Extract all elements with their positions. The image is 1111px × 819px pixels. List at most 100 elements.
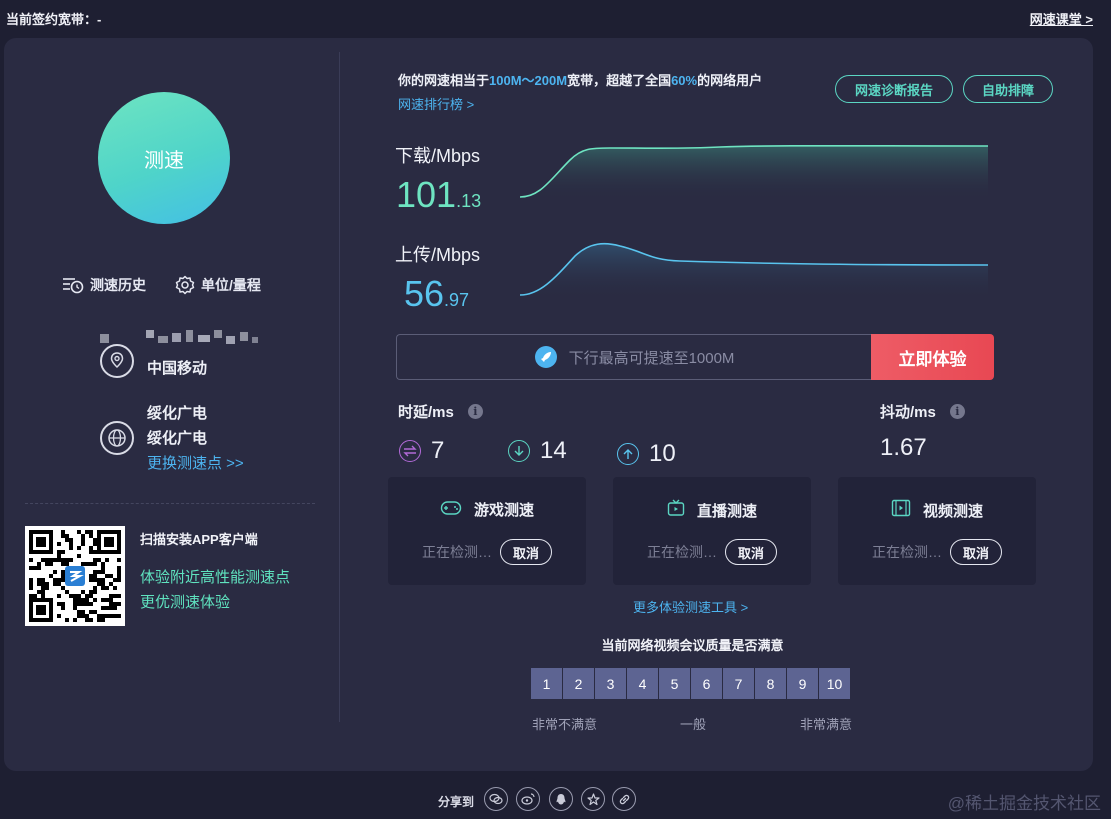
rating-button-9[interactable]: 9 — [787, 668, 818, 699]
survey-question: 当前网络视频会议质量是否满意 — [601, 638, 784, 653]
arrow-down-icon — [508, 440, 530, 462]
rating-label-low: 非常不满意 — [532, 717, 598, 732]
weibo-icon[interactable] — [516, 787, 540, 811]
rating-button-5[interactable]: 5 — [659, 668, 690, 699]
isp-name: 中国移动 — [147, 360, 208, 377]
game-test-title: 游戏测速 — [473, 502, 534, 519]
vertical-divider — [339, 52, 340, 722]
live-test-title: 直播测速 — [696, 502, 757, 520]
unit-range-label: 单位/量程 — [201, 277, 261, 293]
upload-label: 上传/Mbps — [395, 245, 481, 265]
rating-label-mid: 一般 — [680, 717, 707, 732]
upload-value: 56.97 — [404, 273, 469, 315]
upload-latency-value: 10 — [649, 440, 676, 467]
film-icon — [891, 499, 911, 521]
download-latency: 14 — [508, 437, 567, 465]
more-test-tools-link[interactable]: 更多体验测速工具 > — [633, 597, 748, 616]
summary-middle: 宽带，超越了全国 — [567, 73, 672, 88]
wechat-icon[interactable] — [484, 787, 508, 811]
gamepad-icon — [440, 500, 462, 520]
dashed-divider — [25, 503, 315, 504]
live-test-title-row: 直播测速 — [613, 499, 811, 521]
qq-icon[interactable] — [549, 787, 573, 811]
speed-classroom-link[interactable]: 网速课堂 > — [1030, 9, 1093, 28]
arrow-up-icon — [617, 443, 639, 465]
jitter-value: 1.67 — [880, 434, 927, 461]
game-test-status: 正在检测… — [421, 544, 492, 560]
upload-value-dec: .97 — [444, 290, 470, 310]
live-test-card: 直播测速 正在检测… 取消 — [613, 477, 811, 585]
download-latency-value: 14 — [540, 437, 567, 464]
gear-icon — [175, 275, 195, 295]
live-test-status-row: 正在检测… 取消 — [613, 539, 811, 565]
test-server-name: 绥化广电 — [147, 405, 208, 422]
unit-range-link[interactable]: 单位/量程 — [175, 275, 261, 295]
upload-speed-curve — [520, 242, 988, 300]
upgrade-promo-banner: 下行最高可提速至1000M — [396, 334, 872, 380]
video-test-status: 正在检测… — [871, 544, 942, 560]
summary-bandwidth: 100M～200M — [489, 73, 568, 88]
latency-info-icon[interactable]: i — [467, 404, 483, 419]
video-test-title: 视频测速 — [922, 502, 983, 520]
rating-button-8[interactable]: 8 — [755, 668, 786, 699]
download-value-dec: .13 — [456, 191, 482, 211]
rating-button-2[interactable]: 2 — [563, 668, 594, 699]
qr-install-title: 扫描安装APP客户端 — [140, 532, 258, 547]
game-test-title-row: 游戏测速 — [388, 499, 586, 520]
download-speed-curve — [520, 144, 988, 200]
speed-history-label: 测速历史 — [90, 277, 146, 293]
rating-button-1[interactable]: 1 — [531, 668, 562, 699]
test-server-region: 绥化广电 — [147, 430, 208, 447]
diagnosis-report-button[interactable]: 网速诊断报告 — [835, 75, 953, 103]
latency-label: 时延/ms — [398, 404, 454, 421]
latency-header: 时延/ms i — [398, 401, 483, 422]
rating-button-4[interactable]: 4 — [627, 668, 658, 699]
game-test-status-row: 正在检测… 取消 — [388, 539, 586, 565]
app-qr-code — [25, 526, 125, 626]
download-value: 101.13 — [396, 174, 481, 216]
game-test-card: 游戏测速 正在检测… 取消 — [388, 477, 586, 585]
link-icon[interactable] — [612, 787, 636, 811]
download-label: 下载/Mbps — [395, 146, 481, 166]
self-troubleshoot-button[interactable]: 自助排障 — [963, 75, 1053, 103]
rating-scale: 1 2 3 4 5 6 7 8 9 10 — [531, 668, 850, 699]
qzone-star-icon[interactable] — [581, 787, 605, 811]
speed-summary: 你的网速相当于100M～200M宽带，超越了全国60%的网络用户 — [398, 70, 762, 89]
qr-benefit-line-1: 体验附近高性能测速点 — [140, 569, 291, 586]
bidirectional-arrows-icon — [399, 440, 421, 462]
video-test-title-row: 视频测速 — [838, 499, 1036, 521]
qr-benefit-line-2: 更优测速体验 — [140, 594, 231, 611]
rating-button-7[interactable]: 7 — [723, 668, 754, 699]
jitter-header: 抖动/ms i — [880, 401, 965, 422]
try-now-button[interactable]: 立即体验 — [871, 334, 994, 380]
jitter-info-icon[interactable]: i — [949, 404, 965, 419]
video-test-cancel-button[interactable]: 取消 — [949, 539, 1002, 565]
rating-label-high: 非常满意 — [800, 717, 853, 732]
jitter-label: 抖动/ms — [880, 404, 936, 421]
download-value-int: 101 — [396, 174, 457, 215]
live-test-cancel-button[interactable]: 取消 — [724, 539, 777, 565]
ping-latency-value: 7 — [431, 437, 445, 464]
change-server-link[interactable]: 更换测速点 >> — [147, 452, 244, 473]
watermark: @稀土掘金技术社区 — [947, 794, 1101, 813]
upgrade-promo-text: 下行最高可提速至1000M — [568, 349, 735, 367]
summary-suffix: 的网络用户 — [697, 73, 763, 88]
location-pin-icon — [100, 344, 134, 378]
video-test-card: 视频测速 正在检测… 取消 — [838, 477, 1036, 585]
history-icon — [62, 276, 84, 294]
contract-bandwidth-label: 当前签约宽带：- — [6, 12, 102, 27]
live-test-status: 正在检测… — [646, 544, 717, 560]
ping-latency: 7 — [399, 437, 444, 465]
speed-history-link[interactable]: 测速历史 — [62, 275, 146, 295]
speed-ranking-link[interactable]: 网速排行榜 > — [398, 94, 474, 113]
rating-button-10[interactable]: 10 — [819, 668, 850, 699]
summary-percent: 60% — [671, 73, 698, 88]
start-speed-test-button[interactable]: 测速 — [98, 92, 230, 224]
video-test-status-row: 正在检测… 取消 — [838, 539, 1036, 565]
share-label: 分享到 — [438, 795, 475, 809]
rating-button-3[interactable]: 3 — [595, 668, 626, 699]
tv-icon — [667, 499, 685, 521]
rating-button-6[interactable]: 6 — [691, 668, 722, 699]
game-test-cancel-button[interactable]: 取消 — [499, 539, 552, 565]
summary-prefix: 你的网速相当于 — [398, 73, 490, 88]
